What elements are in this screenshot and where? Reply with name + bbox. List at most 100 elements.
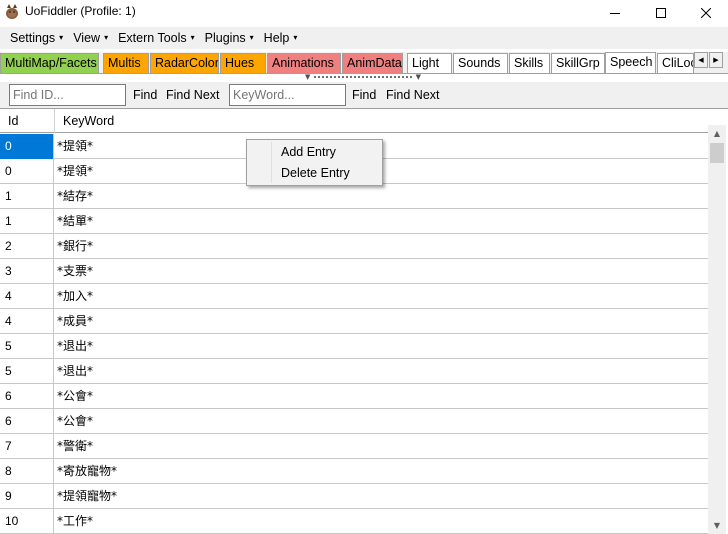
tab-skills[interactable]: Skills — [509, 53, 550, 73]
tab-animations[interactable]: Animations — [267, 53, 341, 73]
table-row[interactable]: 9 *提領寵物* — [0, 484, 708, 509]
table-row[interactable]: 7 *警衛* — [0, 434, 708, 459]
chevron-down-icon: ▼ — [305, 73, 311, 81]
tab-radarcolor[interactable]: RadarColor — [150, 53, 219, 73]
cell-keyword[interactable]: *加入* — [55, 284, 93, 308]
cell-id[interactable]: 1 — [0, 184, 54, 209]
keyword-input[interactable] — [229, 84, 346, 106]
cell-id[interactable]: 2 — [0, 234, 54, 259]
app-icon — [6, 4, 18, 19]
chevron-left-icon: ◀ — [698, 56, 704, 64]
minimize-button[interactable] — [592, 0, 638, 25]
chevron-down-icon: ▼ — [713, 521, 721, 530]
close-button[interactable] — [684, 0, 728, 25]
cell-keyword[interactable]: *結單* — [55, 209, 93, 233]
scroll-up-button[interactable]: ▲ — [708, 125, 726, 142]
find-id-input[interactable] — [9, 84, 126, 106]
menu-view[interactable]: View ▾ — [68, 27, 113, 49]
grid-header: Id KeyWord — [0, 109, 708, 133]
table-row[interactable]: 5 *退出* — [0, 334, 708, 359]
tab-sounds[interactable]: Sounds — [453, 53, 508, 73]
cell-keyword[interactable]: *結存* — [55, 184, 93, 208]
search-toolbar: Find Find Next Find Find Next — [0, 82, 728, 108]
minimize-icon — [610, 12, 620, 14]
cell-keyword[interactable]: *成員* — [55, 309, 93, 333]
menu-settings[interactable]: Settings ▾ — [5, 27, 68, 49]
cell-id[interactable]: 0 — [0, 159, 54, 184]
scroll-down-button[interactable]: ▼ — [708, 517, 726, 534]
add-entry-menu-item[interactable]: Add Entry — [249, 142, 380, 163]
cell-keyword[interactable]: *提領寵物* — [55, 484, 117, 508]
cell-keyword[interactable]: *退出* — [55, 359, 93, 383]
context-menu: Add Entry Delete Entry — [246, 139, 383, 186]
find-id-button[interactable]: Find — [133, 86, 157, 104]
find-next-id-button[interactable]: Find Next — [166, 86, 220, 104]
grip-dots — [314, 76, 412, 78]
table-row[interactable]: 8 *寄放寵物* — [0, 459, 708, 484]
table-row[interactable]: 1 *結存* — [0, 184, 708, 209]
cell-id[interactable]: 6 — [0, 384, 54, 409]
menu-plugins[interactable]: Plugins ▾ — [200, 27, 259, 49]
window-title: UoFiddler (Profile: 1) — [25, 4, 136, 18]
chevron-down-icon: ▾ — [59, 33, 64, 42]
tab-cliloc[interactable]: CliLoc — [657, 53, 694, 73]
menu-help-label: Help — [263, 31, 290, 45]
cell-keyword[interactable]: *支票* — [55, 259, 93, 283]
cell-keyword[interactable]: *公會* — [55, 409, 93, 433]
cell-id[interactable]: 1 — [0, 209, 54, 234]
menu-extern-tools[interactable]: Extern Tools ▾ — [113, 27, 200, 49]
table-row[interactable]: 5 *退出* — [0, 359, 708, 384]
cell-keyword[interactable]: *公會* — [55, 384, 93, 408]
tab-speech[interactable]: Speech — [605, 52, 656, 74]
cell-id[interactable]: 8 — [0, 459, 54, 484]
cell-keyword[interactable]: *退出* — [55, 334, 93, 358]
table-row[interactable]: 3 *支票* — [0, 259, 708, 284]
cell-id[interactable]: 6 — [0, 409, 54, 434]
column-header-keyword[interactable]: KeyWord — [55, 109, 708, 133]
tab-multimap-facets[interactable]: MultiMap/Facets — [0, 53, 99, 73]
tab-hues[interactable]: Hues — [220, 53, 266, 73]
cell-id[interactable]: 4 — [0, 284, 54, 309]
delete-entry-menu-item[interactable]: Delete Entry — [249, 163, 380, 184]
menu-help[interactable]: Help ▾ — [259, 27, 303, 49]
tab-skillgrp[interactable]: SkillGrp — [551, 53, 605, 73]
column-header-id[interactable]: Id — [0, 109, 55, 133]
tab-scroll-left-button[interactable]: ◀ — [694, 52, 708, 68]
menu-plugins-label: Plugins — [204, 31, 246, 45]
cell-keyword[interactable]: *提領* — [55, 159, 93, 183]
menu-bar: Settings ▾ View ▾ Extern Tools ▾ Plugins… — [0, 27, 728, 49]
table-row[interactable]: 1 *結單* — [0, 209, 708, 234]
cell-keyword[interactable]: *提領* — [55, 134, 93, 158]
table-row[interactable]: 2 *銀行* — [0, 234, 708, 259]
cell-id[interactable]: 9 — [0, 484, 54, 509]
find-next-keyword-button[interactable]: Find Next — [386, 86, 440, 104]
table-row[interactable]: 4 *加入* — [0, 284, 708, 309]
cell-id[interactable]: 5 — [0, 334, 54, 359]
vertical-scrollbar[interactable]: ▲ ▼ — [708, 125, 726, 534]
find-keyword-button[interactable]: Find — [352, 86, 376, 104]
chevron-down-icon: ▾ — [104, 33, 109, 42]
scroll-thumb[interactable] — [710, 143, 724, 163]
cell-keyword[interactable]: *工作* — [55, 509, 93, 533]
table-row[interactable]: 4 *成員* — [0, 309, 708, 334]
table-row[interactable]: 6 *公會* — [0, 409, 708, 434]
cell-keyword[interactable]: *銀行* — [55, 234, 93, 258]
cell-id[interactable]: 4 — [0, 309, 54, 334]
chevron-right-icon: ▶ — [713, 56, 719, 64]
table-row[interactable]: 6 *公會* — [0, 384, 708, 409]
tab-scroll-right-button[interactable]: ▶ — [709, 52, 723, 68]
close-icon — [701, 7, 711, 18]
tab-light[interactable]: Light — [407, 53, 452, 73]
cell-id[interactable]: 7 — [0, 434, 54, 459]
maximize-button[interactable] — [638, 0, 684, 25]
cell-id[interactable]: 0 — [0, 134, 54, 159]
tab-animdata[interactable]: AnimData — [342, 53, 403, 73]
cell-keyword[interactable]: *寄放寵物* — [55, 459, 117, 483]
cell-id[interactable]: 5 — [0, 359, 54, 384]
cell-keyword[interactable]: *警衛* — [55, 434, 93, 458]
tab-multis[interactable]: Multis — [103, 53, 149, 73]
table-row[interactable]: 10 *工作* — [0, 509, 708, 534]
splitter-grip[interactable]: ▼ ▼ — [305, 74, 421, 82]
cell-id[interactable]: 3 — [0, 259, 54, 284]
cell-id[interactable]: 10 — [0, 509, 54, 534]
